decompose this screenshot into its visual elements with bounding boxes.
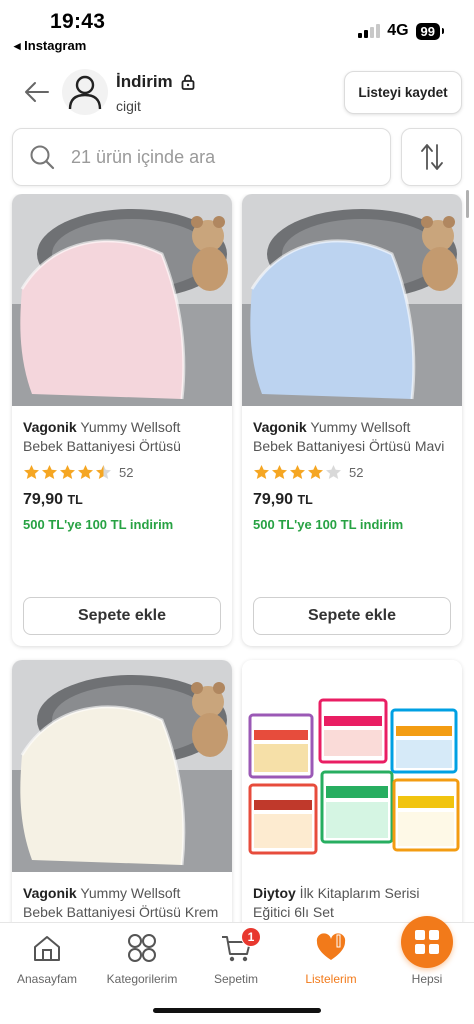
price-currency: TL	[297, 493, 313, 507]
product-name[interactable]: Vagonik Yummy Wellsoft Bebek Battaniyesi…	[23, 418, 221, 456]
user-icon	[68, 75, 102, 110]
price-value: 79,90	[253, 491, 294, 508]
nav-label: Hepsi	[411, 972, 443, 986]
product-card[interactable]: Vagonik Yummy Wellsoft Bebek Battaniyesi…	[12, 660, 232, 922]
cart-icon: 1	[219, 927, 261, 965]
heart-list-icon	[314, 931, 348, 965]
blanket-photo-icon	[12, 660, 232, 872]
nav-item-cart[interactable]: 1 Sepetim	[189, 923, 283, 993]
search-input[interactable]	[71, 146, 351, 168]
nav-item-categories[interactable]: Kategorilerim	[95, 923, 189, 993]
star-icon	[42, 465, 57, 479]
lock-icon	[181, 74, 195, 90]
product-card[interactable]: Vagonik Yummy Wellsoft Bebek Battaniyesi…	[12, 194, 232, 646]
product-card[interactable]: Vagonik Yummy Wellsoft Bebek Battaniyesi…	[242, 194, 462, 646]
blanket-photo-icon	[242, 194, 462, 406]
product-image[interactable]	[242, 194, 462, 406]
add-to-cart-button[interactable]: Sepete ekle	[253, 597, 451, 635]
nav-label: Listelerim	[305, 972, 357, 986]
all-button[interactable]	[401, 916, 453, 968]
star-icon	[308, 465, 323, 479]
books-set-icon	[242, 660, 462, 872]
product-name[interactable]: Vagonik Yummy Wellsoft Bebek Battaniyesi…	[23, 884, 221, 922]
blanket-photo-icon	[12, 194, 232, 406]
nav-item-lists[interactable]: Listelerim	[284, 923, 378, 993]
star-icon	[24, 465, 39, 479]
nav-label: Sepetim	[213, 972, 259, 986]
product-image[interactable]	[12, 194, 232, 406]
categories-icon	[125, 931, 159, 965]
sort-icon	[420, 144, 443, 170]
list-title-text: İndirim	[116, 72, 173, 91]
product-image[interactable]	[12, 660, 232, 872]
product-price: 79,90 TL	[23, 491, 221, 509]
back-to-instagram-link[interactable]: ◂ Instagram	[14, 38, 86, 54]
status-indicators: 4G 99	[358, 22, 445, 40]
star-icon	[78, 465, 93, 479]
avatar	[62, 69, 108, 115]
product-price: 79,90 TL	[253, 491, 451, 509]
star-icon	[60, 465, 75, 479]
star-icon	[254, 465, 269, 479]
rating-count: 52	[119, 464, 134, 480]
product-brand: Vagonik	[253, 419, 307, 435]
star-icon	[290, 465, 305, 479]
nav-item-home[interactable]: Anasayfam	[0, 923, 94, 993]
grid-icon	[415, 930, 439, 954]
product-brand: Vagonik	[23, 419, 77, 435]
product-image[interactable]	[242, 660, 462, 872]
list-title: İndirim	[116, 72, 195, 92]
product-brand: Diytoy	[253, 885, 296, 901]
nav-label: Kategorilerim	[106, 972, 178, 986]
rating-stars	[253, 464, 342, 480]
product-rating: 52	[253, 464, 451, 480]
price-value: 79,90	[23, 491, 64, 508]
rating-stars	[23, 464, 112, 480]
product-grid: Vagonik Yummy Wellsoft Bebek Battaniyesi…	[0, 194, 474, 922]
home-icon	[30, 931, 64, 965]
product-brand: Vagonik	[23, 885, 77, 901]
status-time: 19:43	[50, 10, 106, 33]
promo-text: 500 TL'ye 100 TL indirim	[23, 517, 174, 532]
rating-count: 52	[349, 464, 364, 480]
price-currency: TL	[67, 493, 83, 507]
list-owner: cigit	[116, 98, 141, 114]
status-bar: 19:43 ◂ Instagram 4G 99	[0, 0, 474, 60]
product-card[interactable]: Diytoy İlk Kitaplarım Serisi Eğitici 6lı…	[242, 660, 462, 922]
cart-count-badge: 1	[241, 927, 261, 947]
back-arrow-icon[interactable]	[22, 78, 52, 106]
nav-label: Anasayfam	[16, 972, 78, 986]
sort-button[interactable]	[401, 128, 462, 186]
star-icon	[326, 465, 341, 479]
star-icon	[96, 465, 111, 479]
search-icon	[30, 145, 55, 170]
save-list-button[interactable]: Listeyi kaydet	[344, 71, 462, 114]
battery-icon: 99	[415, 22, 445, 40]
product-rating: 52	[23, 464, 221, 480]
product-name[interactable]: Vagonik Yummy Wellsoft Bebek Battaniyesi…	[253, 418, 451, 456]
search-box[interactable]	[12, 128, 391, 186]
promo-text: 500 TL'ye 100 TL indirim	[253, 517, 404, 532]
signal-icon	[358, 24, 381, 38]
star-icon	[272, 465, 287, 479]
home-indicator	[153, 1008, 321, 1013]
list-header: İndirim cigit Listeyi kaydet	[0, 64, 474, 120]
network-label: 4G	[387, 22, 409, 39]
add-to-cart-button[interactable]: Sepete ekle	[23, 597, 221, 635]
